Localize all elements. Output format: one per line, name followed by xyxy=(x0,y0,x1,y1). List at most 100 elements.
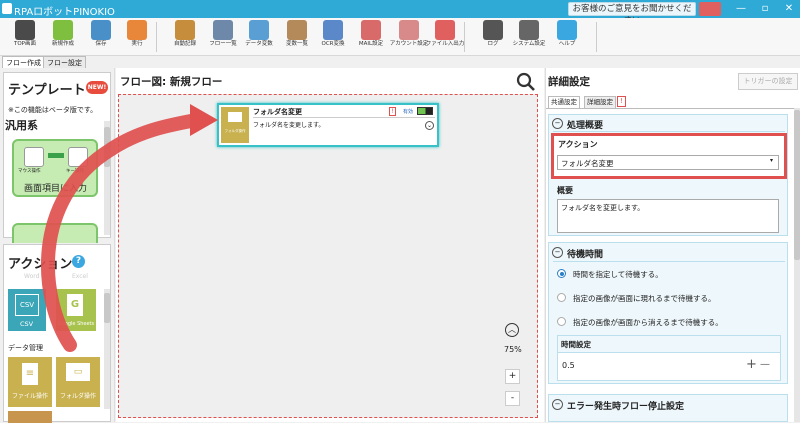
node-toggle[interactable] xyxy=(417,107,433,115)
summary-field-label: 概要 xyxy=(557,186,573,195)
action-folder[interactable]: ▭ フォルダ操作 xyxy=(56,357,100,407)
file-io-icon xyxy=(435,20,455,40)
flow-node[interactable]: フォルダ操作 フォルダ名変更 ! 有効 フォルダ名を変更します。 ⌄ xyxy=(217,103,439,147)
toolbar-button-gear[interactable]: システム設定 xyxy=(510,20,548,56)
csv-label: CSV xyxy=(20,320,34,328)
toolbar-button-list[interactable]: フロー一覧 xyxy=(204,20,242,56)
action-scrollbar[interactable] xyxy=(104,289,110,409)
tab-detail-settings[interactable]: 詳細設定 xyxy=(584,96,616,108)
sheets-label: Google Sheets xyxy=(57,321,95,327)
arrow-right-icon xyxy=(48,153,64,158)
file-action-label: ファイル操作 xyxy=(11,393,48,400)
collapse-icon[interactable]: − xyxy=(552,399,563,410)
section-divider xyxy=(553,261,785,262)
category-general: 汎用系 xyxy=(5,119,38,132)
summary-section-title: 処理概要 xyxy=(567,121,604,131)
node-expand-icon[interactable]: ⌄ xyxy=(425,121,434,130)
details-scroll-thumb[interactable] xyxy=(794,110,800,260)
tab-divider xyxy=(546,108,794,109)
toolbar-button-run[interactable]: 実行 xyxy=(118,20,156,56)
action-file[interactable]: ≡ ファイル操作 xyxy=(8,357,52,407)
excel-label: Excel xyxy=(72,273,88,280)
details-scrollbar[interactable] xyxy=(794,108,800,422)
dropdown-arrow-icon: ▾ xyxy=(770,157,774,164)
collapse-icon[interactable]: − xyxy=(552,247,563,258)
toolbar-separator xyxy=(464,22,465,52)
tab-common-settings[interactable]: 共通設定 xyxy=(548,96,580,108)
action-scroll-thumb[interactable] xyxy=(104,293,110,323)
toolbar-button-ocr[interactable]: OCR変換 xyxy=(314,20,352,56)
csv-icon: CSV xyxy=(15,294,39,316)
toolbar-label: ヘルプ xyxy=(558,41,576,47)
template-scrollbar[interactable] xyxy=(104,121,110,235)
wait-radio-disappear[interactable] xyxy=(557,317,566,326)
title-bar: RPAロボットPINOKIO お客様のご意見をお聞かせください — ▫ ✕ xyxy=(0,0,800,26)
toolbar: TOP画面 新規作成 保存実行 自動記録 フロー一覧 データ変数 変数一覧 OCR変換 MAIL… xyxy=(0,18,800,56)
box-icon xyxy=(287,20,307,40)
left-panel: テンプレート NEW! ※この機能はベータ版です。 汎用系 マウス操作 キー操作… xyxy=(0,68,115,423)
toolbar-button-database[interactable]: データ変数 xyxy=(240,20,278,56)
action-google-sheets[interactable]: G Google Sheets xyxy=(56,289,96,331)
robot-icon xyxy=(15,20,35,40)
section-divider xyxy=(553,131,785,132)
toolbar-button-file-io[interactable]: ファイル入出力 xyxy=(426,20,464,56)
details-panel: 詳細設定 トリガーの設定 共通設定 詳細設定 ! − 処理概要 アクション フォ… xyxy=(545,68,800,422)
action-select-value: フォルダ名変更 xyxy=(561,159,614,168)
wait-radio-appear[interactable] xyxy=(557,293,566,302)
folder-icon: ▭ xyxy=(66,363,90,381)
toolbar-button-save[interactable]: 保存 xyxy=(82,20,120,56)
tab-flow-settings[interactable]: フロー設定 xyxy=(43,56,86,68)
minimize-button[interactable]: — xyxy=(730,1,752,17)
toolbar-label: ファイル入出力 xyxy=(425,41,465,47)
collapse-icon[interactable]: − xyxy=(552,118,563,129)
template-card-input[interactable]: マウス操作 キー操作 画面項目に入力 xyxy=(12,139,98,197)
error-section-title: エラー発生時フロー停止設定 xyxy=(567,402,685,412)
action-select[interactable]: フォルダ名変更 ▾ xyxy=(557,155,779,170)
help-icon[interactable]: ? xyxy=(72,255,85,268)
data-mgmt-label: データ管理 xyxy=(8,344,43,352)
minus-button[interactable]: — xyxy=(760,359,770,370)
flow-title: フロー図: 新規フロー xyxy=(120,76,223,88)
template-panel: テンプレート NEW! ※この機能はベータ版です。 汎用系 マウス操作 キー操作… xyxy=(3,72,111,243)
zoom-in-button[interactable]: + xyxy=(505,369,520,384)
search-icon[interactable] xyxy=(516,72,536,92)
toolbar-button-account[interactable]: アカウント設定 xyxy=(390,20,428,56)
zoom-level: 75% xyxy=(504,345,522,354)
plus-button[interactable]: + xyxy=(746,357,757,372)
restore-button[interactable]: ▫ xyxy=(754,1,776,17)
action-csv[interactable]: CSV CSV xyxy=(8,289,46,331)
node-thumbnail: フォルダ操作 xyxy=(221,107,249,143)
toolbar-button-robot[interactable]: TOP画面 xyxy=(6,20,44,56)
app-title: RPAロボットPINOKIO xyxy=(14,7,115,18)
toolbar-button-log[interactable]: ログ xyxy=(474,20,512,56)
node-enabled-label: 有効 xyxy=(403,109,414,115)
gear-icon xyxy=(519,20,539,40)
feedback-button[interactable]: お客様のご意見をお聞かせください xyxy=(568,2,696,26)
mouse-icon xyxy=(24,147,44,167)
toolbar-button-mail[interactable]: MAIL設定 xyxy=(352,20,390,56)
template-scroll-thumb[interactable] xyxy=(104,127,110,167)
node-warning-icon: ! xyxy=(389,107,396,116)
toolbar-separator xyxy=(156,22,157,52)
zoom-out-button[interactable]: - xyxy=(505,391,520,406)
toolbar-button-help[interactable]: ヘルプ xyxy=(548,20,586,56)
toolbar-button-box[interactable]: 変数一覧 xyxy=(278,20,316,56)
time-value-input[interactable]: 0.5 xyxy=(562,361,575,370)
toolbar-label: 実行 xyxy=(131,41,143,47)
tab-flow-create[interactable]: フロー作成 xyxy=(2,56,45,68)
template-card-next[interactable] xyxy=(12,223,98,243)
scroll-up-icon[interactable]: ︿ xyxy=(505,323,519,337)
action-next[interactable] xyxy=(8,411,52,423)
time-row: 0.5 + — xyxy=(558,352,780,380)
wait-radio-time[interactable] xyxy=(557,269,566,278)
close-button[interactable]: ✕ xyxy=(778,1,800,17)
word-label: Word xyxy=(24,273,40,280)
thumbs-down-icon[interactable] xyxy=(699,2,721,16)
toolbar-button-film[interactable]: 自動記録 xyxy=(166,20,204,56)
node-thumb-label: フォルダ操作 xyxy=(224,129,246,133)
flow-canvas[interactable]: フォルダ操作 フォルダ名変更 ! 有効 フォルダ名を変更します。 ⌄ ︿ 75%… xyxy=(118,94,538,418)
node-title: フォルダ名変更 xyxy=(253,108,302,116)
toolbar-button-new-file[interactable]: 新規作成 xyxy=(44,20,82,56)
summary-textarea[interactable]: フォルダ名を変更します。 xyxy=(557,199,779,233)
trigger-button[interactable]: トリガーの設定 xyxy=(738,73,798,90)
